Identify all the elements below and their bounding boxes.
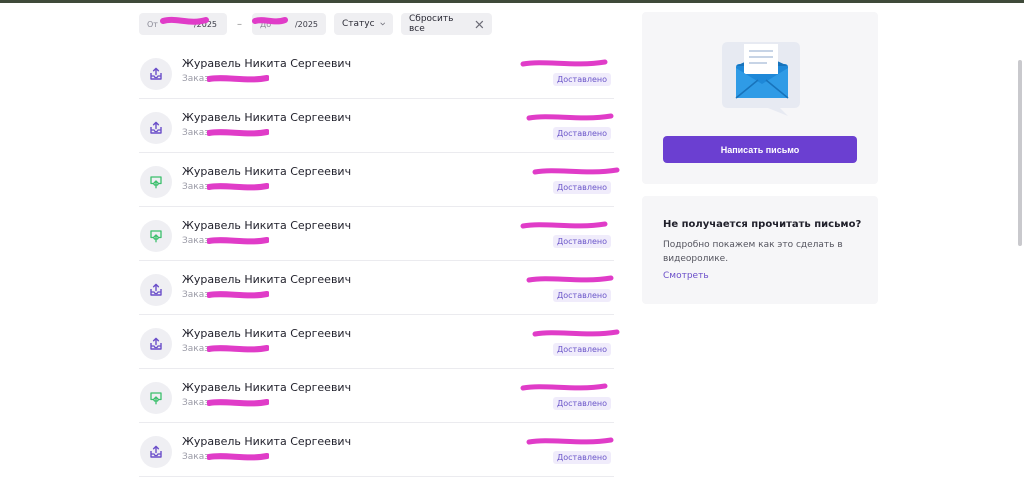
redaction-mark — [207, 237, 269, 245]
order-recipient-name: Журавель Никита Сергеевич — [182, 381, 352, 394]
order-row[interactable]: Журавель Никита Сергеевич Заказ Доставлено — [139, 315, 620, 369]
redaction-mark — [520, 383, 608, 391]
date-range-dash: – — [237, 18, 242, 30]
status-badge: Доставлено — [553, 397, 611, 410]
scrollbar-thumb[interactable] — [1018, 60, 1022, 246]
outbox-icon — [140, 112, 172, 144]
redaction-mark — [520, 59, 608, 67]
date-from-label: От — [147, 19, 158, 29]
envelope-illustration-icon — [722, 42, 800, 116]
status-badge: Доставлено — [553, 289, 611, 302]
page-scrollbar[interactable] — [1017, 46, 1024, 488]
reset-filters-label: Сбросить все — [409, 14, 454, 34]
date-to-filter[interactable]: До /2025 — [252, 13, 326, 35]
window-top-border — [0, 0, 1024, 3]
order-recipient-name: Журавель Никита Сергеевич — [182, 165, 352, 178]
outbox-icon — [140, 328, 172, 360]
order-recipient-name: Журавель Никита Сергеевич — [182, 57, 352, 70]
redaction-mark — [207, 75, 269, 83]
orders-list: Журавель Никита Сергеевич Заказ Доставлено… — [139, 45, 620, 477]
order-row[interactable]: Журавель Никита Сергеевич Заказ Доставлено — [139, 207, 614, 261]
redaction-mark — [207, 453, 269, 461]
close-icon — [475, 20, 484, 28]
date-from-value: /2025 — [193, 19, 218, 29]
redaction-mark — [532, 329, 620, 337]
status-badge: Доставлено — [553, 73, 611, 86]
inbox-icon — [140, 382, 172, 414]
redaction-mark — [532, 167, 620, 175]
redaction-mark — [207, 183, 269, 191]
order-number-label: Заказ — [182, 398, 210, 408]
redaction-mark — [207, 291, 269, 299]
order-recipient-name: Журавель Никита Сергеевич — [182, 219, 352, 232]
status-filter-label: Статус — [342, 19, 375, 29]
outbox-icon — [140, 58, 172, 90]
order-row[interactable]: Журавель Никита Сергеевич Заказ Доставлено — [139, 423, 614, 477]
status-filter[interactable]: Статус — [334, 13, 393, 35]
write-letter-button[interactable]: Написать письмо — [663, 136, 857, 163]
order-row[interactable]: Журавель Никита Сергеевич Заказ Доставлено — [139, 369, 614, 423]
compose-panel: Написать письмо — [642, 12, 878, 184]
status-badge: Доставлено — [553, 343, 611, 356]
order-number-label: Заказ — [182, 452, 210, 462]
status-badge: Доставлено — [553, 127, 611, 140]
outbox-icon — [140, 274, 172, 306]
reset-filters-button[interactable]: Сбросить все — [401, 13, 492, 35]
order-number-label: Заказ — [182, 128, 210, 138]
order-row[interactable]: Журавель Никита Сергеевич Заказ Доставлено — [139, 261, 614, 315]
order-number-label: Заказ — [182, 290, 210, 300]
order-number-label: Заказ — [182, 236, 210, 246]
redaction-mark — [207, 129, 269, 137]
redaction-mark — [520, 221, 608, 229]
status-badge: Доставлено — [553, 181, 611, 194]
inbox-icon — [140, 166, 172, 198]
inbox-icon — [140, 220, 172, 252]
order-number-label: Заказ — [182, 74, 210, 84]
help-panel: Не получается прочитать письмо? Подробно… — [642, 196, 878, 304]
date-from-filter[interactable]: От /2025 — [139, 13, 227, 35]
order-recipient-name: Журавель Никита Сергеевич — [182, 327, 352, 340]
order-row[interactable]: Журавель Никита Сергеевич Заказ Доставлено — [139, 153, 620, 207]
redaction-mark — [207, 399, 269, 407]
redaction-mark — [526, 113, 614, 121]
outbox-icon — [140, 436, 172, 468]
date-to-value: /2025 — [294, 19, 318, 29]
order-number-label: Заказ — [182, 182, 210, 192]
order-recipient-name: Журавель Никита Сергеевич — [182, 435, 352, 448]
status-badge: Доставлено — [553, 235, 611, 248]
help-title: Не получается прочитать письмо? — [663, 219, 862, 230]
redaction-mark — [526, 275, 614, 283]
date-to-label: До — [260, 19, 272, 29]
order-row[interactable]: Журавель Никита Сергеевич Заказ Доставлено — [139, 45, 614, 99]
chevron-down-icon — [379, 22, 385, 26]
status-badge: Доставлено — [553, 451, 611, 464]
redaction-mark — [526, 437, 614, 445]
watch-video-link[interactable]: Смотреть — [663, 271, 709, 281]
filter-bar: От /2025 – До /2025 Статус Сбросить все — [139, 13, 492, 35]
order-recipient-name: Журавель Никита Сергеевич — [182, 111, 352, 124]
help-text: Подробно покажем как это сделать в видео… — [663, 240, 843, 264]
order-number-label: Заказ — [182, 344, 210, 354]
order-recipient-name: Журавель Никита Сергеевич — [182, 273, 352, 286]
order-row[interactable]: Журавель Никита Сергеевич Заказ Доставлено — [139, 99, 614, 153]
redaction-mark — [207, 345, 269, 353]
